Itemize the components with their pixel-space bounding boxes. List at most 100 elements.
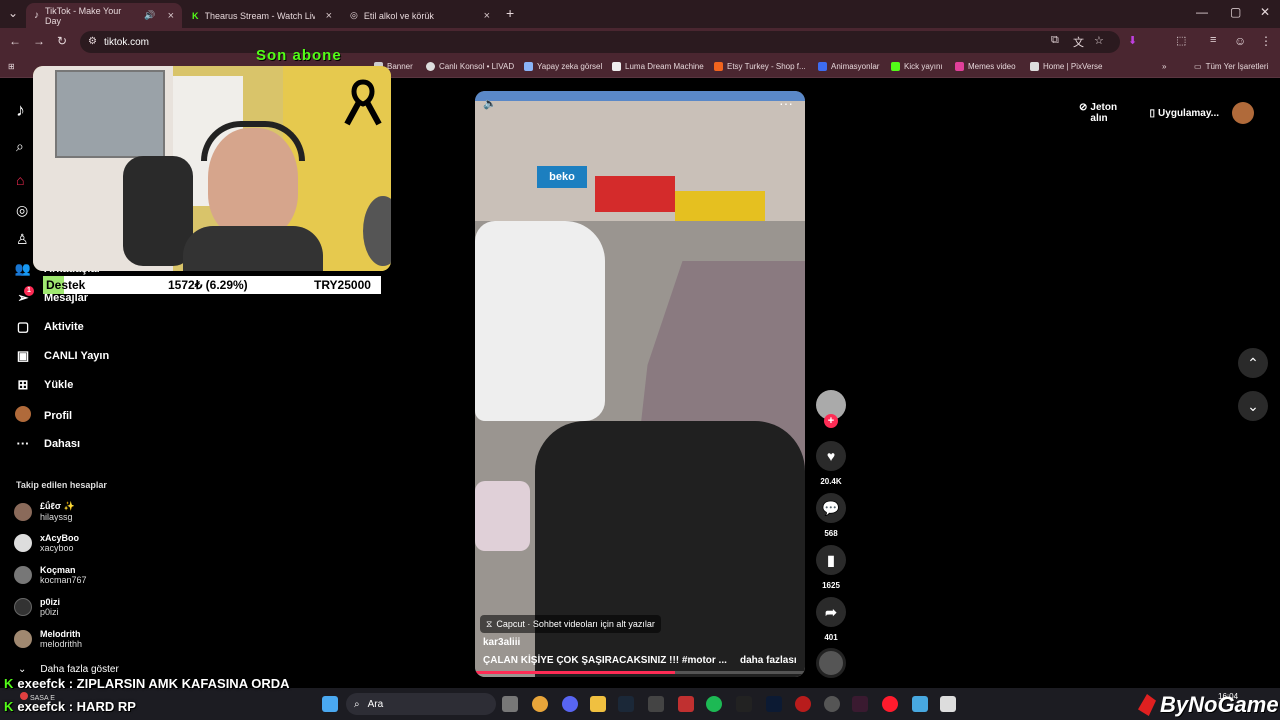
- bookmark-icon: [1030, 62, 1039, 71]
- install-icon[interactable]: ⧉: [1051, 34, 1059, 47]
- epic-games-icon[interactable]: [736, 696, 752, 712]
- back-icon[interactable]: ←: [9, 34, 21, 48]
- music-disc-button[interactable]: [816, 648, 846, 684]
- bookmark-item[interactable]: Home | PixVerse: [1030, 62, 1102, 71]
- like-button[interactable]: ♥ 20.4K: [816, 441, 846, 486]
- app-icon[interactable]: [940, 696, 956, 712]
- bookmark-item[interactable]: Yapay zeka görsel: [524, 62, 602, 71]
- file-explorer-icon[interactable]: [590, 696, 606, 712]
- get-app-button[interactable]: ▯ Uygulamay...: [1150, 108, 1219, 119]
- menu-icon[interactable]: ⋮: [1260, 34, 1272, 48]
- reload-icon[interactable]: ↻: [57, 34, 67, 48]
- explore-icon[interactable]: ◎: [16, 202, 28, 219]
- star-icon[interactable]: ☆: [1094, 34, 1104, 47]
- minimize-icon[interactable]: —: [1196, 5, 1208, 19]
- see-more-link[interactable]: daha fazlası: [740, 655, 797, 666]
- tiktok-logo-icon[interactable]: ♪: [16, 100, 25, 121]
- chevron-down-icon: ⌄: [18, 664, 27, 675]
- maximize-icon[interactable]: ▢: [1230, 5, 1241, 19]
- following-account[interactable]: Koçman kocman767: [14, 565, 87, 585]
- steam-icon[interactable]: [618, 696, 634, 712]
- close-tab-icon[interactable]: ×: [484, 10, 490, 22]
- home-icon[interactable]: ⌂: [16, 172, 24, 188]
- windows-start-icon[interactable]: [322, 696, 338, 712]
- new-tab-icon[interactable]: +: [506, 5, 514, 21]
- following-icon[interactable]: ♙: [16, 231, 29, 248]
- music-disc-icon: [816, 648, 846, 678]
- forward-icon[interactable]: →: [33, 34, 45, 48]
- share-icon: ➦: [816, 597, 846, 627]
- donation-goal-bar: Destek 1572₺ (6.29%) TRY25000: [43, 276, 381, 294]
- save-button[interactable]: ▮ 1625: [816, 545, 846, 590]
- chrome-icon[interactable]: [532, 696, 548, 712]
- task-view-icon[interactable]: [502, 696, 518, 712]
- photoshop-icon[interactable]: [766, 696, 782, 712]
- apps-icon[interactable]: ⊞: [8, 62, 15, 71]
- discord-icon[interactable]: [562, 696, 578, 712]
- translate-icon[interactable]: 文: [1073, 34, 1084, 50]
- bookmark-item[interactable]: Etsy Turkey - Shop f...: [714, 62, 806, 71]
- share-button[interactable]: ➦ 401: [816, 597, 846, 642]
- follow-plus-icon[interactable]: +: [824, 414, 838, 428]
- motorbike-dash: [535, 421, 805, 677]
- profile-avatar-icon[interactable]: ☺: [1234, 34, 1246, 48]
- sidebar-item-activity[interactable]: ▢ Aktivite: [14, 319, 84, 335]
- bookmark-item[interactable]: Animasyonlar: [818, 62, 879, 71]
- all-bookmarks[interactable]: ▭ Tüm Yer İşaretleri: [1194, 62, 1268, 71]
- sidebar-item-more[interactable]: ··· Dahası: [14, 436, 81, 451]
- bookmark-icon: [426, 62, 435, 71]
- following-account[interactable]: £ǘℓσ ✨ hilayssg: [14, 501, 75, 522]
- bookmark-item[interactable]: Kick yayını: [891, 62, 943, 71]
- following-account[interactable]: Melodrith melodrithh: [14, 629, 82, 649]
- capcut-icon: ⧖: [486, 618, 493, 629]
- tab-tiktok[interactable]: ♪ TikTok - Make Your Day 🔊 ×: [26, 3, 182, 28]
- obs-icon[interactable]: [824, 696, 840, 712]
- app-icon[interactable]: [678, 696, 694, 712]
- sidebar-item-profile[interactable]: Profil: [14, 406, 72, 425]
- opera-gx-icon[interactable]: [882, 696, 898, 712]
- spotify-icon[interactable]: [706, 696, 722, 712]
- app-icon[interactable]: [795, 696, 811, 712]
- search-icon[interactable]: ⌕: [16, 138, 24, 155]
- avatar: [14, 534, 32, 552]
- show-more-button[interactable]: ⌄ Daha fazla göster: [18, 664, 119, 675]
- bookmark-item[interactable]: Luma Dream Machine: [612, 62, 704, 71]
- close-tab-icon[interactable]: ×: [168, 10, 174, 22]
- video-menu-icon[interactable]: ···: [779, 95, 793, 111]
- sidebar-item-upload[interactable]: ⊞ Yükle: [14, 377, 74, 393]
- download-icon[interactable]: ⬇: [1128, 34, 1137, 47]
- tab-thearus[interactable]: K Thearus Stream - Watch Live on ×: [184, 3, 340, 28]
- audio-icon[interactable]: 🔊: [144, 10, 155, 21]
- taskbar-search[interactable]: ⌕ Ara: [346, 693, 496, 715]
- reading-list-icon[interactable]: ≡: [1210, 34, 1216, 46]
- window-close-icon[interactable]: ✕: [1260, 5, 1270, 19]
- tab-etil[interactable]: ◎ Etil alkol ve körük ×: [342, 3, 498, 28]
- following-account[interactable]: xAcyBoo xacyboo: [14, 533, 79, 553]
- comment-button[interactable]: 💬 568: [816, 493, 846, 538]
- video-progress-track[interactable]: [475, 671, 805, 674]
- notepad-icon[interactable]: [912, 696, 928, 712]
- close-tab-icon[interactable]: ×: [326, 10, 332, 22]
- following-account[interactable]: p0izi p0izi: [14, 597, 60, 617]
- user-avatar[interactable]: [1232, 102, 1254, 124]
- address-bar[interactable]: ⚙ tiktok.com: [80, 31, 1120, 53]
- app-icon[interactable]: [852, 696, 868, 712]
- bookmark-item[interactable]: Canlı Konsol • LIVAD: [426, 62, 514, 71]
- author-avatar-button[interactable]: +: [816, 390, 846, 428]
- video-author[interactable]: kar3aliii: [483, 637, 520, 648]
- next-video-button[interactable]: ⌄: [1238, 391, 1268, 421]
- bookmark-item[interactable]: Memes video: [955, 62, 1016, 71]
- rider-hand: [475, 481, 530, 551]
- app-icon[interactable]: [648, 696, 664, 712]
- tab-search-icon[interactable]: ⌄: [8, 6, 18, 20]
- donation-goal: TRY25000: [314, 278, 371, 292]
- get-coins-button[interactable]: ⊘ Jeton alın: [1079, 102, 1136, 124]
- more-bookmarks-icon[interactable]: »: [1162, 62, 1166, 71]
- volume-icon[interactable]: 🔈: [483, 97, 497, 110]
- previous-video-button[interactable]: ⌃: [1238, 348, 1268, 378]
- site-info-icon[interactable]: ⚙: [88, 36, 97, 47]
- capcut-tag[interactable]: ⧖ Capcut · Sohbet videoları için alt yaz…: [480, 615, 661, 633]
- extensions-icon[interactable]: ⬚: [1176, 34, 1186, 47]
- sidebar-item-live[interactable]: ▣ CANLI Yayın: [14, 348, 109, 364]
- video-player[interactable]: beko 🔈 ··· ⧖ Capcut · Sohbet videoları i…: [475, 91, 805, 677]
